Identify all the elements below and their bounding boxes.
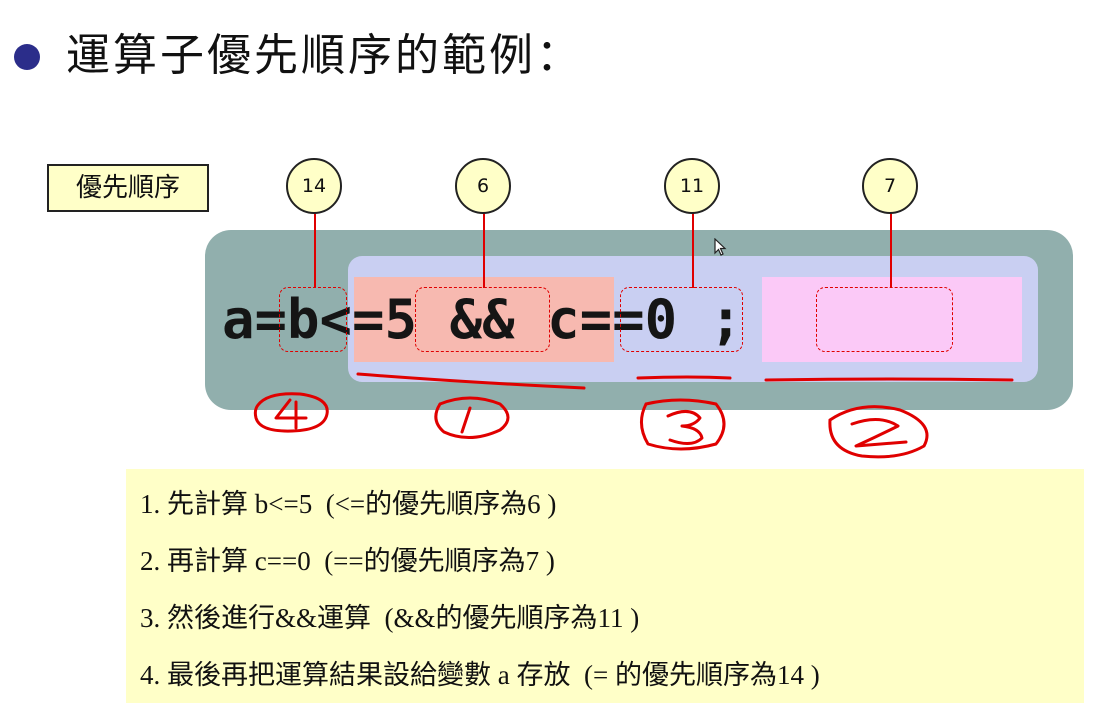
handwritten-digit-1 bbox=[460, 406, 472, 434]
explanation-line-4: 4. 最後再把運算結果設給變數 a 存放 (= 的優先順序為14 ) bbox=[140, 660, 820, 690]
handwritten-digit-4 bbox=[274, 398, 308, 430]
underline-and bbox=[636, 375, 732, 380]
handwritten-digit-2 bbox=[850, 418, 908, 448]
mouse-cursor-icon bbox=[714, 238, 727, 256]
handwritten-circle-2 bbox=[828, 405, 929, 459]
underline-comparison-b bbox=[356, 372, 586, 390]
explanation-line-1: 1. 先計算 b<=5 (<=的優先順序為6 ) bbox=[140, 489, 557, 519]
underline-comparison-c bbox=[764, 377, 1014, 382]
explanation-line-2: 2. 再計算 c==0 (==的優先順序為7 ) bbox=[140, 546, 555, 576]
handwritten-digit-3 bbox=[666, 410, 704, 445]
explanation-line-3: 3. 然後進行&&運算 (&&的優先順序為11 ) bbox=[140, 603, 640, 633]
handwritten-circle-1 bbox=[434, 396, 510, 439]
